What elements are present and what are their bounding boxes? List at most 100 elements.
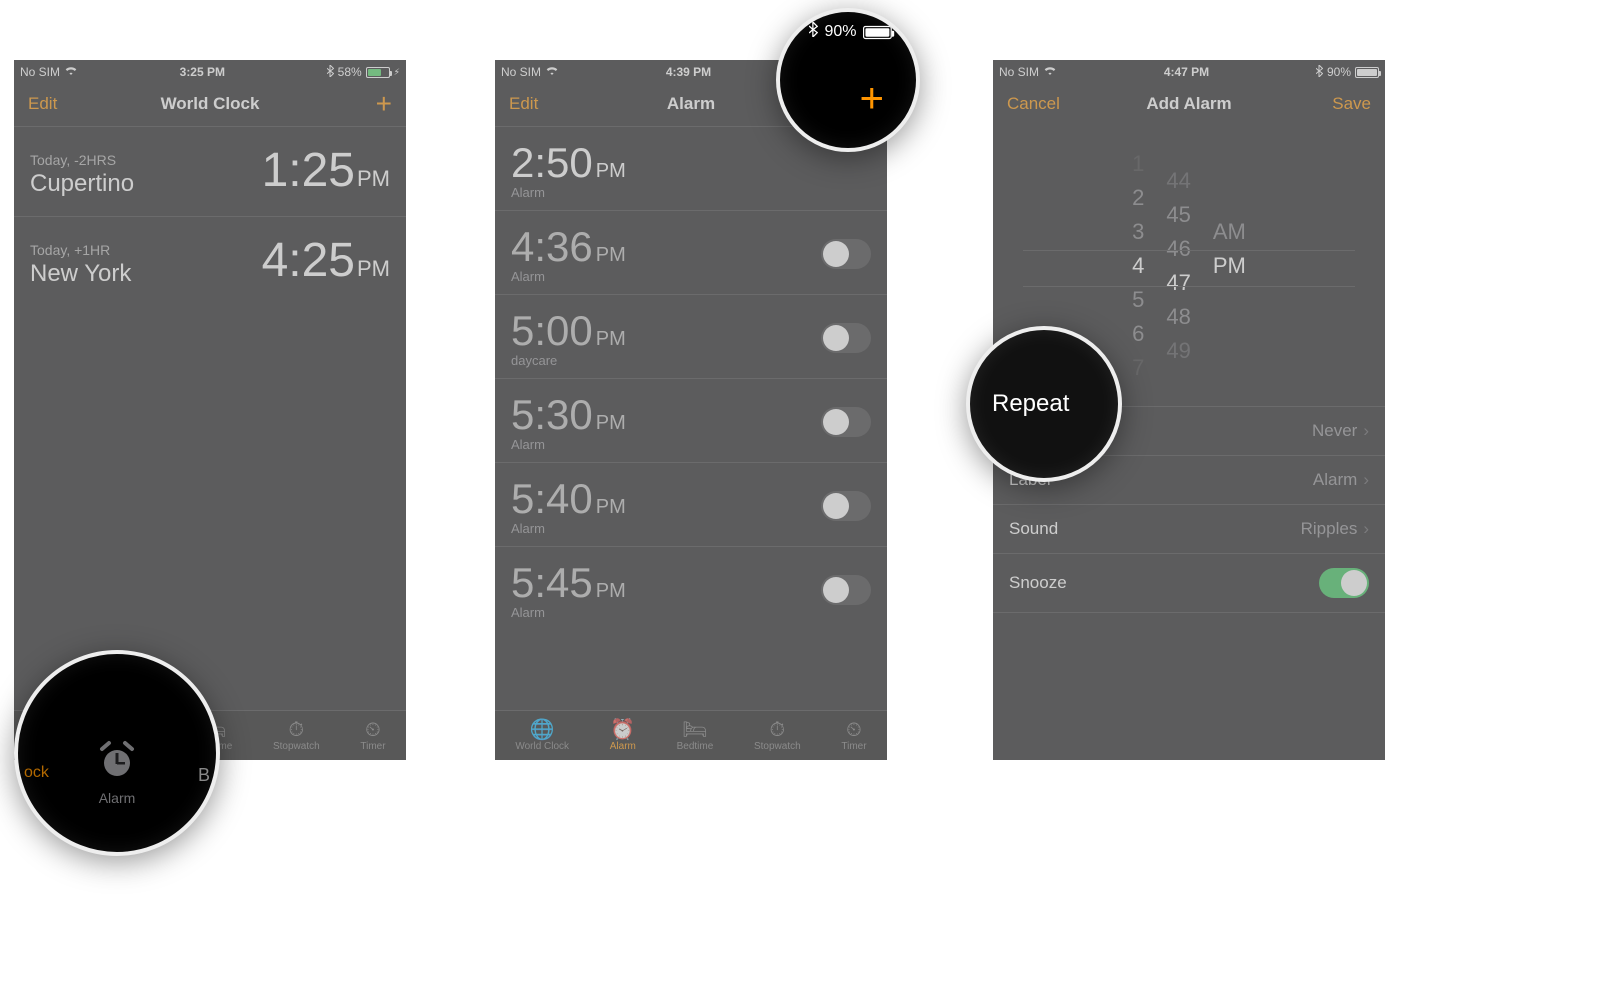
status-bar: No SIM 3:25 PM 58% ⚡︎ (14, 60, 406, 82)
bluetooth-icon (1316, 65, 1323, 80)
alarm-row[interactable]: 5:45PM Alarm (495, 546, 887, 630)
carrier-label: No SIM (501, 65, 541, 79)
tab-stopwatch[interactable]: ⏱Stopwatch (754, 720, 801, 752)
plus-icon: + (376, 88, 392, 119)
edit-button[interactable]: Edit (509, 94, 569, 114)
alarm-toggle[interactable] (821, 491, 871, 521)
chevron-right-icon: › (1363, 470, 1369, 490)
alarm-row[interactable]: 4:36PM Alarm (495, 210, 887, 294)
alarm-time: 4:36PM (511, 223, 626, 271)
nav-bar: Edit World Clock + (14, 82, 406, 126)
setting-key: Snooze (1009, 573, 1067, 593)
carrier-label: No SIM (20, 65, 60, 79)
alarm-label: Alarm (511, 605, 626, 620)
alarm-time: 5:40PM (511, 475, 626, 523)
alarm-time: 5:00PM (511, 307, 626, 355)
bluetooth-icon (809, 22, 818, 42)
battery-pct: 90% (824, 23, 856, 41)
tab-alarm-magnified[interactable]: Alarm (96, 739, 138, 806)
picker-minute[interactable]: 44 45 46 47 48 49 (1166, 168, 1190, 364)
wc-time: 1:25 PM (262, 143, 390, 198)
charging-icon: ⚡︎ (394, 67, 400, 78)
alarm-row[interactable]: 5:30PM Alarm (495, 378, 887, 462)
cancel-button[interactable]: Cancel (1007, 94, 1067, 114)
alarm-label: Alarm (511, 185, 626, 200)
world-clock-row[interactable]: Today, +1HR New York 4:25 PM (14, 216, 406, 306)
battery-icon (863, 25, 892, 38)
tab-alarm[interactable]: ⏰Alarm (610, 720, 636, 752)
alarm-toggle[interactable] (821, 239, 871, 269)
magnifier-repeat-row: Repeat (966, 326, 1122, 482)
picker-ampm[interactable]: AM PM (1213, 219, 1246, 313)
nav-bar: Cancel Add Alarm Save (993, 82, 1385, 126)
setting-value: Alarm (1313, 470, 1357, 490)
setting-snooze[interactable]: Snooze (993, 553, 1385, 613)
screen-alarm-list: No SIM 4:39 PM 90% Edit Alarm + 2:50PM A… (495, 60, 887, 760)
alarm-row[interactable]: 5:00PM daycare (495, 294, 887, 378)
stopwatch-icon: ⏱ (289, 720, 305, 740)
setting-sound[interactable]: Sound Ripples› (993, 504, 1385, 553)
add-button[interactable]: + (332, 90, 392, 118)
chevron-right-icon: › (1363, 421, 1369, 441)
battery-pct: 90% (1327, 65, 1351, 79)
alarm-clock-icon: ⏰ (610, 720, 635, 740)
wc-city: New York (30, 260, 131, 288)
magnifier-alarm-tab: ock Alarm B (14, 650, 220, 856)
alarm-toggle[interactable] (821, 407, 871, 437)
wifi-icon (545, 65, 559, 79)
mag-edge-text: B (198, 765, 210, 786)
wc-offset: Today, +1HR (30, 242, 131, 258)
tab-bedtime[interactable]: 🛏Bedtime (677, 720, 714, 752)
bluetooth-icon (327, 65, 334, 80)
tab-bar: 🌐World Clock ⏰Alarm 🛏Bedtime ⏱Stopwatch … (495, 710, 887, 760)
nav-title: Alarm (569, 94, 813, 114)
timer-icon: ⏲ (365, 720, 381, 740)
alarm-time: 5:30PM (511, 391, 626, 439)
nav-title: World Clock (88, 94, 332, 114)
status-bar: No SIM 4:47 PM 90% (993, 60, 1385, 82)
alarm-time: 2:50PM (511, 139, 626, 187)
wc-offset: Today, -2HRS (30, 152, 134, 168)
status-time: 4:47 PM (1057, 65, 1316, 79)
wifi-icon (1043, 65, 1057, 79)
magnifier-add-button: 90% + (776, 8, 920, 152)
alarm-time: 5:45PM (511, 559, 626, 607)
alarm-label: Alarm (511, 437, 626, 452)
snooze-toggle[interactable] (1319, 568, 1369, 598)
alarm-label: daycare (511, 353, 626, 368)
battery-icon (1355, 67, 1379, 78)
alarm-row[interactable]: 5:40PM Alarm (495, 462, 887, 546)
alarm-clock-icon (96, 739, 138, 790)
tab-timer[interactable]: ⏲Timer (841, 720, 866, 752)
carrier-label: No SIM (999, 65, 1039, 79)
plus-icon[interactable]: + (859, 74, 884, 122)
battery-pct: 58% (338, 65, 362, 79)
tab-timer[interactable]: ⏲Timer (360, 720, 385, 752)
mag-edge-text: ock (24, 764, 49, 782)
bed-icon: 🛏 (682, 720, 707, 740)
save-button[interactable]: Save (1311, 94, 1371, 114)
alarm-toggle[interactable] (821, 575, 871, 605)
wifi-icon (64, 65, 78, 79)
setting-repeat-label[interactable]: Repeat (992, 390, 1069, 418)
chevron-right-icon: › (1363, 519, 1369, 539)
setting-key: Sound (1009, 519, 1058, 539)
status-time: 3:25 PM (78, 65, 327, 79)
timer-icon: ⏲ (846, 720, 862, 740)
setting-value: Ripples (1301, 519, 1358, 539)
alarm-label: Alarm (511, 269, 626, 284)
nav-title: Add Alarm (1067, 94, 1311, 114)
alarm-toggle[interactable] (821, 323, 871, 353)
globe-icon: 🌐 (530, 720, 555, 740)
tab-world-clock[interactable]: 🌐World Clock (515, 720, 569, 752)
alarm-label: Alarm (511, 521, 626, 536)
setting-value: Never (1312, 421, 1357, 441)
picker-hour[interactable]: 1 2 3 4 5 6 7 (1132, 151, 1144, 381)
edit-button[interactable]: Edit (28, 94, 88, 114)
stopwatch-icon: ⏱ (770, 720, 786, 740)
wc-city: Cupertino (30, 170, 134, 198)
battery-icon (366, 67, 390, 78)
world-clock-row[interactable]: Today, -2HRS Cupertino 1:25 PM (14, 126, 406, 216)
tab-stopwatch[interactable]: ⏱Stopwatch (273, 720, 320, 752)
wc-time: 4:25 PM (262, 233, 390, 288)
